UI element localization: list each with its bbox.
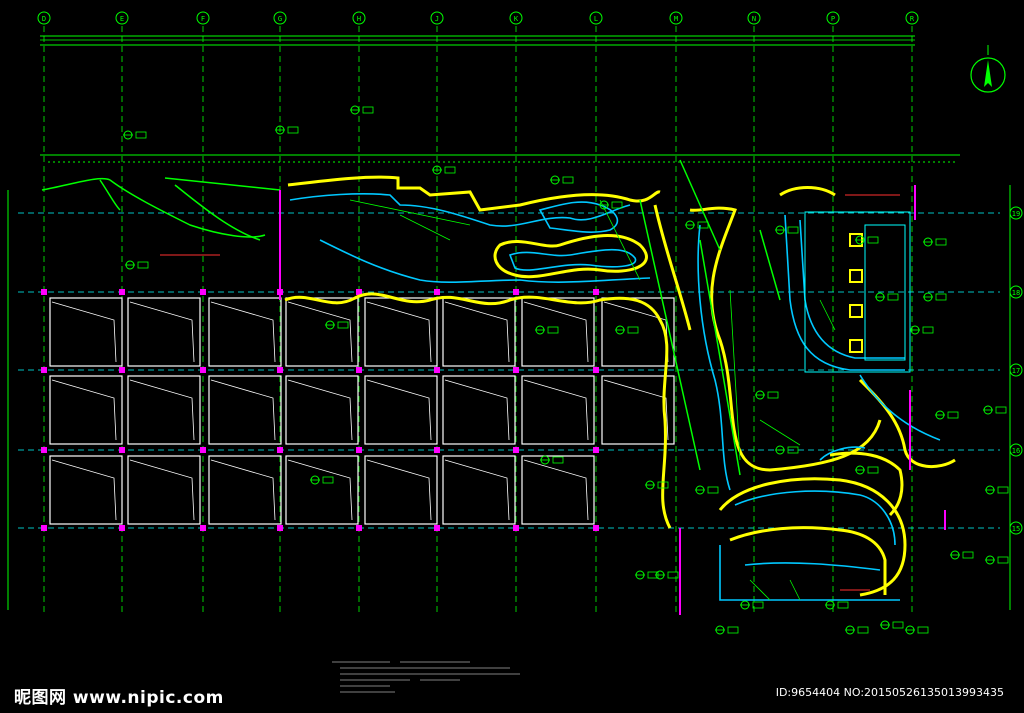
column-post xyxy=(277,447,283,453)
cad-drawing-canvas: DEFGHJKLMNPR 1918171615 xyxy=(0,0,1024,713)
row-label: 17 xyxy=(1012,367,1020,375)
column-post xyxy=(513,525,519,531)
column-post xyxy=(434,367,440,373)
column-label: L xyxy=(594,15,598,23)
row-label: 19 xyxy=(1012,210,1020,218)
column-post xyxy=(593,367,599,373)
column-label: E xyxy=(120,15,124,23)
column-post xyxy=(200,289,206,295)
column-post xyxy=(41,447,47,453)
column-label: N xyxy=(752,15,756,23)
column-post xyxy=(119,367,125,373)
column-post xyxy=(356,525,362,531)
column-post xyxy=(593,525,599,531)
column-label: M xyxy=(674,15,678,23)
column-label: P xyxy=(831,15,835,23)
column-post xyxy=(200,525,206,531)
column-post xyxy=(41,367,47,373)
column-label: D xyxy=(42,15,46,23)
column-post xyxy=(513,289,519,295)
column-post xyxy=(593,289,599,295)
column-post xyxy=(434,525,440,531)
column-label: F xyxy=(201,15,205,23)
column-post xyxy=(200,447,206,453)
column-post xyxy=(41,525,47,531)
row-label: 16 xyxy=(1012,447,1020,455)
column-label: J xyxy=(435,15,439,23)
watermark-site: 昵图网 www.nipic.com xyxy=(14,688,224,708)
column-post xyxy=(513,367,519,373)
column-post xyxy=(200,367,206,373)
column-post xyxy=(119,525,125,531)
column-post xyxy=(434,289,440,295)
column-post xyxy=(434,447,440,453)
column-post xyxy=(119,289,125,295)
column-post xyxy=(277,525,283,531)
column-label: H xyxy=(357,15,361,23)
row-label: 15 xyxy=(1012,525,1020,533)
watermark-id: ID:9654404 NO:20150526135013993435 xyxy=(775,686,1004,699)
column-post xyxy=(277,367,283,373)
column-label: G xyxy=(278,15,282,23)
column-post xyxy=(41,289,47,295)
column-post xyxy=(513,447,519,453)
row-label: 18 xyxy=(1012,289,1020,297)
column-post xyxy=(119,447,125,453)
column-post xyxy=(593,447,599,453)
column-post xyxy=(356,447,362,453)
column-post xyxy=(356,367,362,373)
